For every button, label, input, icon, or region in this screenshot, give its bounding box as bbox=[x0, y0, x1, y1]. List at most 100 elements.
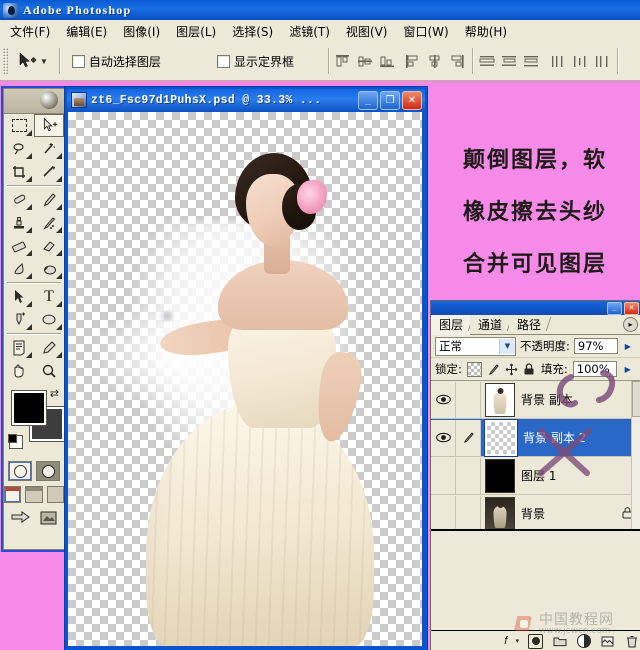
full-screen-mode-button[interactable] bbox=[47, 486, 64, 503]
new-group-icon[interactable] bbox=[552, 634, 567, 649]
full-screen-with-menubar-button[interactable] bbox=[25, 486, 42, 503]
current-tool-preview[interactable]: ▼ bbox=[12, 51, 53, 71]
standard-screen-mode-button[interactable] bbox=[4, 486, 21, 503]
lasso-tool[interactable] bbox=[4, 137, 34, 160]
type-tool[interactable]: T bbox=[34, 285, 64, 308]
healing-brush-tool[interactable] bbox=[4, 188, 34, 211]
align-horizontal-centers-icon[interactable] bbox=[427, 54, 444, 69]
zoom-tool[interactable] bbox=[34, 359, 64, 382]
auto-select-layer-checkbox[interactable] bbox=[72, 55, 85, 68]
palette-menu-icon[interactable]: ▸ bbox=[623, 317, 638, 332]
palette-minimize-button[interactable]: _ bbox=[607, 302, 622, 315]
blur-tool[interactable] bbox=[4, 257, 34, 280]
opacity-input[interactable]: 97% bbox=[574, 338, 618, 354]
layer-visibility-toggle-2[interactable] bbox=[431, 458, 456, 494]
table-row[interactable]: 背景 副本 bbox=[431, 381, 640, 419]
menu-window[interactable]: 窗口(W) bbox=[397, 21, 454, 42]
lock-transparent-pixels-icon[interactable] bbox=[467, 362, 482, 377]
align-bottom-edges-icon[interactable] bbox=[379, 54, 396, 69]
fill-input[interactable]: 100% bbox=[573, 361, 617, 377]
tool-preset-chevron-icon[interactable]: ▼ bbox=[40, 57, 48, 66]
align-top-edges-icon[interactable] bbox=[335, 54, 352, 69]
distribute-left-edges-icon[interactable] bbox=[550, 54, 567, 69]
menu-edit[interactable]: 编辑(E) bbox=[60, 21, 113, 42]
menu-select[interactable]: 选择(S) bbox=[226, 21, 279, 42]
menu-filter[interactable]: 滤镜(T) bbox=[283, 21, 336, 42]
distribute-top-edges-icon[interactable] bbox=[479, 54, 496, 69]
layer-link-toggle-2[interactable] bbox=[456, 458, 481, 494]
standard-mask-mode-button[interactable] bbox=[8, 461, 32, 481]
document-close-button[interactable]: ✕ bbox=[402, 91, 422, 110]
eyedropper-tool[interactable] bbox=[34, 336, 64, 359]
layer-visibility-toggle-3[interactable] bbox=[431, 496, 456, 532]
align-left-edges-icon[interactable] bbox=[405, 54, 422, 69]
menu-image[interactable]: 图像(I) bbox=[117, 21, 166, 42]
crop-tool[interactable] bbox=[4, 160, 34, 183]
move-tool[interactable] bbox=[34, 114, 64, 137]
eraser-tool[interactable] bbox=[4, 234, 34, 257]
toolbox-header[interactable] bbox=[4, 89, 64, 114]
lock-position-icon[interactable] bbox=[505, 363, 518, 376]
jump-to-imageready-icon[interactable] bbox=[10, 510, 32, 526]
path-selection-tool[interactable] bbox=[4, 285, 34, 308]
swap-colors-icon[interactable]: ⇄ bbox=[50, 387, 59, 400]
layers-scrollbar[interactable] bbox=[631, 381, 640, 529]
delete-layer-icon[interactable] bbox=[624, 634, 639, 649]
table-row[interactable]: 背景 bbox=[431, 495, 640, 531]
distribute-bottom-edges-icon[interactable] bbox=[523, 54, 540, 69]
table-row[interactable]: 图层 1 bbox=[431, 457, 640, 495]
show-bounding-box-checkbox[interactable] bbox=[217, 55, 230, 68]
document-minimize-button[interactable]: _ bbox=[358, 91, 378, 110]
lock-image-pixels-icon[interactable] bbox=[487, 363, 500, 376]
slice-tool[interactable] bbox=[34, 160, 64, 183]
menu-layer[interactable]: 图层(L) bbox=[170, 21, 222, 42]
align-vertical-centers-icon[interactable] bbox=[357, 54, 374, 69]
lock-all-icon[interactable] bbox=[523, 363, 536, 376]
blend-mode-select[interactable]: 正常 ▼ bbox=[435, 337, 516, 356]
align-right-edges-icon[interactable] bbox=[449, 54, 466, 69]
magic-wand-tool[interactable] bbox=[34, 137, 64, 160]
palette-close-button[interactable]: ✕ bbox=[624, 302, 639, 315]
distribute-vertical-centers-icon[interactable] bbox=[501, 54, 518, 69]
layer-link-toggle-3[interactable] bbox=[456, 496, 481, 532]
adjustment-layer-icon[interactable] bbox=[576, 634, 591, 649]
layer-style-chevron-icon[interactable]: ▾ bbox=[515, 637, 519, 645]
fill-slider-arrow-icon[interactable]: ▶ bbox=[622, 361, 634, 377]
options-bar-grip[interactable] bbox=[3, 48, 8, 74]
gradient-tool[interactable] bbox=[34, 234, 64, 257]
layer-thumbnail-1[interactable] bbox=[485, 420, 517, 456]
menu-view[interactable]: 视图(V) bbox=[340, 21, 394, 42]
canvas-area[interactable] bbox=[68, 112, 422, 646]
marquee-tool[interactable] bbox=[4, 114, 34, 137]
tab-channels[interactable]: 通道 bbox=[470, 315, 509, 334]
notes-tool[interactable] bbox=[4, 336, 34, 359]
default-colors-icon[interactable] bbox=[9, 435, 23, 449]
distribute-horizontal-centers-icon[interactable] bbox=[572, 54, 589, 69]
palette-title-bar[interactable]: _ ✕ bbox=[431, 301, 640, 315]
brush-tool[interactable] bbox=[34, 188, 64, 211]
shape-tool[interactable] bbox=[34, 308, 64, 331]
scrollbar-thumb[interactable] bbox=[632, 381, 640, 417]
layer-mask-icon[interactable] bbox=[528, 634, 543, 649]
quick-mask-mode-button[interactable] bbox=[36, 461, 60, 481]
menu-file[interactable]: 文件(F) bbox=[4, 21, 56, 42]
distribute-right-edges-icon[interactable] bbox=[594, 54, 611, 69]
opacity-slider-arrow-icon[interactable]: ▶ bbox=[622, 338, 634, 354]
document-maximize-button[interactable]: ❐ bbox=[380, 91, 400, 110]
foreground-color-swatch[interactable] bbox=[12, 391, 46, 425]
layer-visibility-toggle-0[interactable] bbox=[431, 382, 456, 418]
layer-link-toggle-1[interactable] bbox=[456, 420, 481, 456]
layer-link-toggle-0[interactable] bbox=[456, 382, 481, 418]
document-title-bar[interactable]: zt6_Fsc97d1PuhsX.psd @ 33.3% ... _ ❐ ✕ bbox=[67, 89, 425, 111]
show-bounding-box-option[interactable]: 显示定界框 bbox=[217, 53, 294, 70]
pen-tool[interactable] bbox=[4, 308, 34, 331]
layer-visibility-toggle-1[interactable] bbox=[431, 420, 456, 456]
tab-layers[interactable]: 图层 bbox=[431, 315, 470, 334]
new-layer-icon[interactable] bbox=[600, 634, 615, 649]
hand-tool[interactable] bbox=[4, 359, 34, 382]
layer-style-icon[interactable]: 𝑓 bbox=[498, 634, 513, 649]
imageready-icon[interactable] bbox=[40, 510, 58, 526]
layer-thumbnail-2[interactable] bbox=[485, 459, 515, 493]
chevron-down-icon[interactable]: ▼ bbox=[499, 339, 515, 354]
tab-paths[interactable]: 路径 bbox=[509, 315, 548, 334]
